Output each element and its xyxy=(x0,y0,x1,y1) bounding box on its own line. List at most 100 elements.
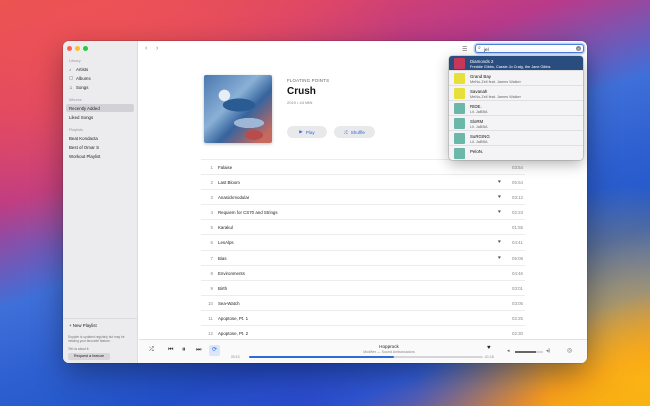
clear-search-icon[interactable]: × xyxy=(576,46,581,51)
next-track-icon[interactable]: ⏭ xyxy=(196,347,201,354)
sidebar-item-songs[interactable]: ♫ Songs xyxy=(66,83,134,91)
minimize-button[interactable] xyxy=(75,46,80,51)
sidebar-item-recently-added[interactable]: Recently Added xyxy=(66,104,134,112)
feature-note: Doppler is updated regularly but may be … xyxy=(68,335,125,343)
result-subtitle: MeNo-Zell feat. James Walker xyxy=(470,79,521,84)
track-number: 4 xyxy=(210,210,213,216)
now-playing-subtitle: Modifier — Sound Ambassadors xyxy=(363,350,415,354)
track-number: 1 xyxy=(210,165,213,170)
liked-heart-icon[interactable]: ♥ xyxy=(498,255,501,261)
search-result-item[interactable]: Grand Bay MeNo-Zell feat. James Walker xyxy=(449,71,583,86)
search-result-item[interactable]: Savanah MeNo-Zell feat. James Walker xyxy=(449,86,583,101)
track-number: 11 xyxy=(208,315,213,321)
result-subtitle: Lil. JaBBA xyxy=(470,109,488,114)
track-row[interactable]: 10 Sea-Watch 03:05 xyxy=(201,294,525,310)
track-title: Environments xyxy=(218,270,245,276)
track-row[interactable]: 1 Falaise 03:54 xyxy=(201,159,525,174)
liked-heart-icon[interactable]: ♥ xyxy=(498,179,501,185)
request-feature-button[interactable]: Request a feature xyxy=(68,353,110,360)
track-title: Requiem for CS70 and Strings xyxy=(218,210,278,216)
airplay-icon[interactable]: ◎ xyxy=(567,347,572,354)
album-artist[interactable]: FLOATING POINTS xyxy=(287,78,329,83)
elapsed-time: 00:13 xyxy=(231,355,240,359)
track-title: Apoptose, Pt. 2 xyxy=(218,331,249,337)
previous-track-icon[interactable]: ⏮ xyxy=(168,347,173,354)
liked-heart-icon[interactable]: ♥ xyxy=(498,209,501,215)
repeat-toggle-icon[interactable]: ⟳ xyxy=(209,345,220,356)
result-title: PeloN. xyxy=(470,148,484,154)
track-row[interactable]: 11 Apoptose, Pt. 1 02:25 xyxy=(201,309,525,325)
track-title: Bias xyxy=(218,255,227,261)
library-section-title: Library xyxy=(69,59,81,63)
sidebar-item-label: Artists xyxy=(76,66,89,72)
track-row[interactable]: 12 Apoptose, Pt. 2 02:30 xyxy=(201,325,525,341)
result-artwork xyxy=(454,133,465,144)
play-label: Play xyxy=(305,129,315,135)
sidebar-item-label: Songs xyxy=(76,84,89,90)
track-number: 10 xyxy=(208,300,213,306)
play-button[interactable]: ▶ Play xyxy=(287,126,327,138)
sidebar: Library ♪ Artists ▢ Albums ♫ Songs Album… xyxy=(63,41,138,363)
sidebar-item-playlist[interactable]: Beat Kondacta xyxy=(66,134,134,142)
close-button[interactable] xyxy=(67,46,72,51)
sidebar-item-artists[interactable]: ♪ Artists xyxy=(66,65,134,73)
track-row[interactable]: 7 Bias ♥ 05:08 xyxy=(201,249,525,265)
result-subtitle: Freddie Gibbs, Cassie Jo Craig, the Jane… xyxy=(470,64,551,69)
result-title: Savanah xyxy=(470,88,488,94)
track-number: 8 xyxy=(210,270,213,276)
track-duration: 01:55 xyxy=(512,225,523,231)
progress-fill xyxy=(249,356,395,358)
liked-heart-icon[interactable]: ♥ xyxy=(498,239,501,245)
track-duration: 05:08 xyxy=(512,255,523,261)
pause-icon[interactable]: ⏸ xyxy=(182,346,186,354)
result-title: SloRM xyxy=(470,118,484,124)
track-row[interactable]: 5 Karakul 01:55 xyxy=(201,219,525,234)
search-result-item[interactable]: PeloN. xyxy=(449,146,583,160)
album-icon: ▢ xyxy=(69,75,74,80)
sidebar-item-label: Liked Songs xyxy=(69,114,94,120)
track-row[interactable]: 2 Last Bloom ♥ 05:54 xyxy=(201,174,525,189)
back-button[interactable]: ‹ xyxy=(145,45,147,52)
now-playing-title: Hopprock xyxy=(379,344,399,349)
track-title: Karakul xyxy=(218,225,233,231)
search-input[interactable]: jel xyxy=(484,47,489,52)
track-duration: 02:30 xyxy=(512,331,523,337)
track-duration: 05:54 xyxy=(512,180,523,186)
progress-bar[interactable] xyxy=(249,356,483,358)
liked-heart-icon[interactable]: ♥ xyxy=(498,194,501,200)
like-heart-icon[interactable]: ♥ xyxy=(487,345,491,351)
result-title: Grand Bay xyxy=(470,73,491,79)
new-playlist-button[interactable]: + New Playlist xyxy=(69,323,97,328)
search-result-item[interactable]: SuRGING Lil. JaBBA xyxy=(449,131,583,146)
volume-slider[interactable] xyxy=(515,351,543,353)
sidebar-footer: + New Playlist Doppler is updated regula… xyxy=(63,318,138,363)
sidebar-item-playlist[interactable]: Workout Playlist xyxy=(66,152,134,160)
search-result-item[interactable]: RIDE. Lil. JaBBA xyxy=(449,101,583,116)
album-title: Crush xyxy=(287,86,316,97)
album-cover xyxy=(204,75,272,143)
forward-button[interactable]: › xyxy=(156,45,158,52)
track-number: 3 xyxy=(210,195,213,201)
track-row[interactable]: 3 Anasickmodular ♥ 03:12 xyxy=(201,189,525,204)
search-field[interactable]: ⌕ jel × xyxy=(475,44,584,53)
track-number: 6 xyxy=(210,240,213,246)
track-title: LesAlps xyxy=(218,240,234,246)
queue-list-icon[interactable]: ☰ xyxy=(462,46,467,53)
track-row[interactable]: 4 Requiem for CS70 and Strings ♥ 02:23 xyxy=(201,204,525,219)
track-row[interactable]: 8 Environments 04:46 xyxy=(201,264,525,280)
track-duration: 02:25 xyxy=(512,315,523,321)
mic-icon: ♪ xyxy=(69,66,72,72)
sidebar-item-albums[interactable]: ▢ Albums xyxy=(66,74,134,82)
search-result-item[interactable]: Diamonds 2 Freddie Gibbs, Cassie Jo Craig… xyxy=(449,56,583,71)
play-icon: ▶ xyxy=(299,129,303,134)
shuffle-button[interactable]: ⤮ Shuffle xyxy=(334,126,375,138)
shuffle-toggle-icon[interactable]: ⤮ xyxy=(149,347,154,354)
sidebar-item-liked-songs[interactable]: Liked Songs xyxy=(66,113,134,121)
sidebar-item-playlist[interactable]: Best of Omar S xyxy=(66,143,134,151)
search-result-item[interactable]: SloRM Lil. JaBBA xyxy=(449,116,583,131)
track-row[interactable]: 6 LesAlps ♥ 04:41 xyxy=(201,234,525,249)
zoom-button[interactable] xyxy=(83,46,88,51)
result-subtitle: Lil. JaBBA xyxy=(470,139,488,144)
track-number: 5 xyxy=(210,225,213,231)
track-row[interactable]: 9 Birth 03:01 xyxy=(201,279,525,295)
